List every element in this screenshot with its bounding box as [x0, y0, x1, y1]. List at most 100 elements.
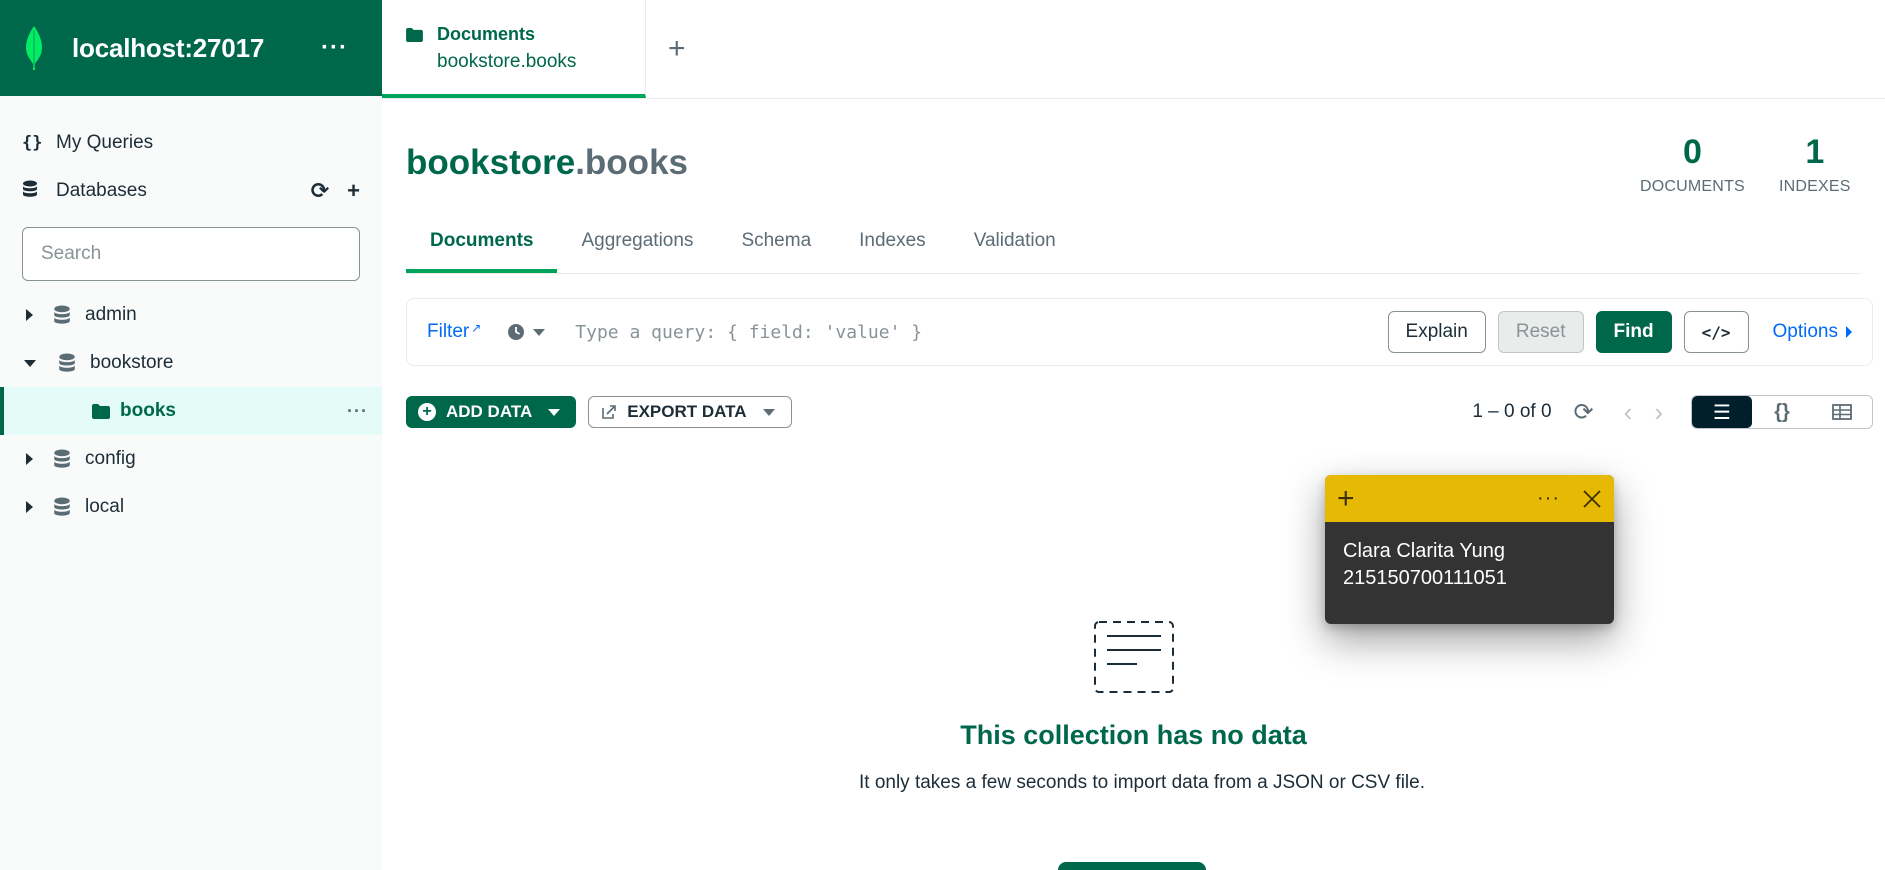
db-item-label: local [85, 496, 125, 517]
close-icon[interactable] [1582, 489, 1602, 509]
clock-icon [508, 324, 525, 340]
caret-right-icon[interactable] [26, 453, 33, 465]
refresh-icon[interactable]: ⟳ [311, 178, 329, 204]
collection-title-db: bookstore [406, 143, 576, 182]
workspace-tabs: Documents bookstore.books + [382, 0, 1885, 99]
caret-down-icon[interactable] [24, 359, 36, 367]
add-data-button[interactable]: + ADD DATA [406, 396, 577, 428]
db-item-label: admin [85, 304, 137, 325]
tab-indexes[interactable]: Indexes [835, 222, 950, 273]
sidebar-search[interactable] [22, 227, 360, 281]
filter-link[interactable]: Filter ↗ [427, 321, 481, 343]
sticky-note-body[interactable]: Clara Clarita Yung 215150700111051 [1325, 522, 1614, 608]
more-icon[interactable]: ··· [1537, 487, 1560, 510]
database-icon [22, 180, 44, 203]
nav-databases[interactable]: Databases ⟳ + [0, 167, 382, 215]
collection-more-icon[interactable]: ··· [347, 401, 368, 422]
nav-databases-label: Databases [56, 180, 147, 201]
query-input[interactable] [575, 321, 1376, 343]
documents-label: DOCUMENTS [1640, 178, 1745, 195]
import-data-button[interactable] [1058, 862, 1206, 870]
query-bar: Filter ↗ Explain Reset Find </> Options [406, 298, 1873, 366]
caret-right-icon[interactable] [26, 501, 33, 513]
db-item-label: bookstore [90, 352, 174, 373]
collection-item-books[interactable]: books ··· [0, 387, 382, 435]
new-tab-plus-icon[interactable]: + [646, 0, 686, 98]
database-icon [59, 353, 75, 372]
workspace-tab-namespace: bookstore.books [437, 51, 577, 72]
refresh-icon[interactable]: ⟳ [1574, 398, 1594, 427]
chevron-right-icon[interactable]: › [1654, 397, 1663, 428]
external-link-icon: ↗ [471, 321, 482, 335]
plus-circle-icon: + [418, 403, 436, 421]
chevron-down-icon [762, 408, 775, 416]
documents-stat: 0 DOCUMENTS [1640, 133, 1745, 196]
mongodb-leaf-icon [26, 26, 42, 70]
table-view-icon[interactable] [1812, 396, 1872, 428]
sticky-note[interactable]: + ··· Clara Clarita Yung 215150700111051 [1325, 475, 1614, 624]
chevron-down-icon [533, 328, 546, 336]
documents-count: 0 [1683, 133, 1702, 171]
database-icon [54, 305, 70, 324]
options-label: Options [1772, 321, 1838, 342]
options-toggle[interactable]: Options [1773, 321, 1852, 343]
caret-right-icon [1846, 326, 1852, 338]
workspace-tab-title: Documents [437, 24, 536, 44]
explain-button[interactable]: Explain [1387, 311, 1486, 353]
pagination-text: 1 – 0 of 0 [1472, 401, 1552, 422]
caret-right-icon[interactable] [26, 309, 33, 321]
empty-state-title: This collection has no data [960, 720, 1307, 750]
documents-toolbar: + ADD DATA EXPORT DATA 1 – 0 of 0 ⟳ ‹ › … [406, 395, 1873, 429]
db-item-bookstore[interactable]: bookstore [0, 339, 382, 387]
list-view-icon[interactable]: ☰ [1692, 396, 1752, 428]
indexes-count: 1 [1805, 133, 1825, 171]
tab-documents[interactable]: Documents [406, 222, 558, 273]
code-icon[interactable]: </> [1683, 311, 1749, 353]
collection-sub-tabs: Documents Aggregations Schema Indexes Va… [406, 222, 1861, 274]
sticky-note-line-1: Clara Clarita Yung [1343, 540, 1505, 562]
db-item-admin[interactable]: admin [0, 291, 382, 339]
connection-header: localhost:27017 ··· [0, 0, 382, 96]
tab-aggregations[interactable]: Aggregations [557, 222, 717, 273]
view-switcher: ☰ {} [1691, 395, 1873, 429]
indexes-label: INDEXES [1779, 178, 1851, 195]
folder-icon [92, 403, 110, 419]
empty-document-icon [1094, 621, 1174, 693]
compass-app: localhost:27017 ··· {} My Queries Databa… [0, 0, 1885, 870]
find-button[interactable]: Find [1595, 311, 1672, 353]
export-data-button[interactable]: EXPORT DATA [588, 396, 792, 428]
connection-name: localhost:27017 [72, 32, 265, 63]
collection-header: bookstore.books 0 DOCUMENTS 1 INDEXES [382, 99, 1885, 237]
reset-button[interactable]: Reset [1497, 311, 1584, 353]
add-data-label: ADD DATA [446, 402, 533, 421]
db-item-config[interactable]: config [0, 435, 382, 483]
chevron-down-icon [548, 408, 561, 416]
nav-my-queries-label: My Queries [56, 132, 154, 153]
tab-validation[interactable]: Validation [950, 222, 1080, 273]
database-icon [54, 449, 70, 468]
query-history-button[interactable] [507, 323, 546, 341]
empty-state-description: It only takes a few seconds to import da… [858, 772, 1425, 793]
connection-more-icon[interactable]: ··· [321, 34, 348, 62]
db-item-local[interactable]: local [0, 483, 382, 531]
collection-title-name: .books [575, 143, 688, 182]
sticky-note-toolbar: + ··· [1325, 475, 1614, 522]
export-data-label: EXPORT DATA [627, 402, 747, 421]
sidebar-search-input[interactable] [41, 243, 341, 265]
main-panel: Documents bookstore.books + bookstore.bo… [382, 0, 1885, 870]
indexes-stat: 1 INDEXES [1779, 133, 1851, 196]
workspace-tab-documents[interactable]: Documents bookstore.books [382, 0, 646, 98]
chevron-left-icon[interactable]: ‹ [1624, 397, 1633, 428]
database-icon [54, 497, 70, 516]
nav-my-queries[interactable]: {} My Queries [0, 119, 382, 167]
add-database-icon[interactable]: + [347, 178, 360, 204]
json-view-icon[interactable]: {} [1752, 396, 1812, 428]
export-icon [602, 405, 617, 419]
sidebar: localhost:27017 ··· {} My Queries Databa… [0, 0, 382, 870]
plus-icon[interactable]: + [1337, 483, 1355, 514]
sticky-note-line-2: 215150700111051 [1343, 567, 1507, 589]
filter-label: Filter [427, 321, 470, 342]
folder-icon [406, 27, 423, 42]
db-item-label: config [85, 448, 136, 469]
tab-schema[interactable]: Schema [717, 222, 835, 273]
